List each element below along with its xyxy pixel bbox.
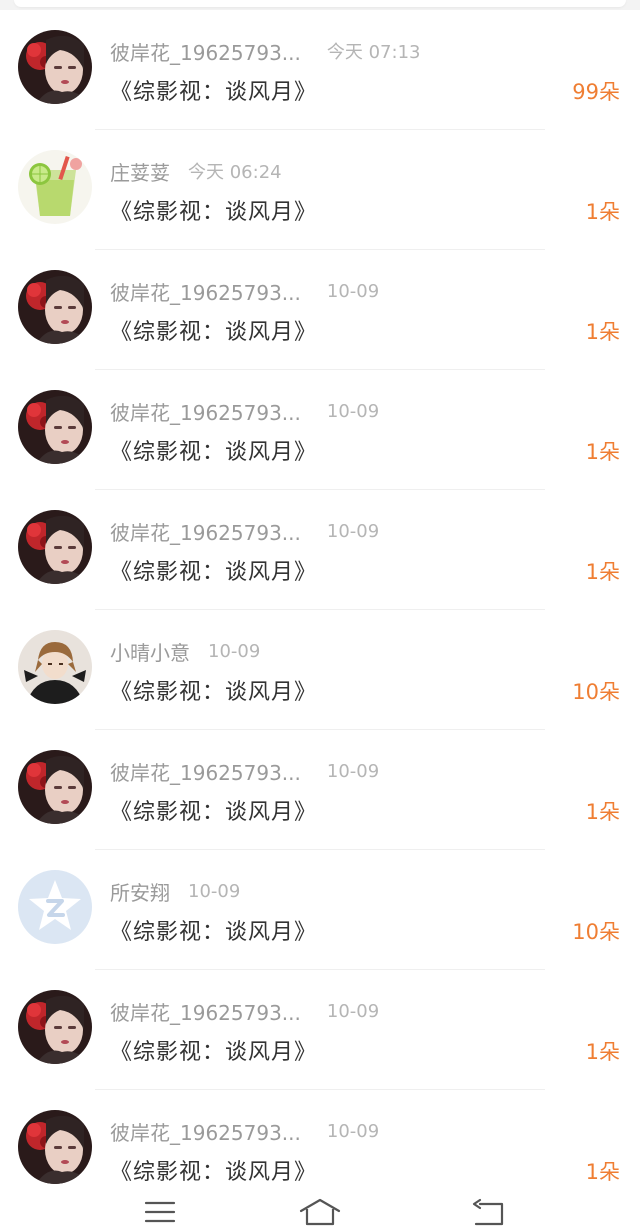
flower-count: 1朵 bbox=[585, 1040, 620, 1064]
timestamp: 今天 07:13 bbox=[326, 42, 421, 63]
book-title[interactable]: 《综影视：谈风月》 bbox=[110, 914, 317, 946]
flower-count: 99朵 bbox=[572, 80, 620, 104]
item-meta: 彼岸花_19625793... 10-09 bbox=[110, 277, 380, 306]
book-title[interactable]: 《综影视：谈风月》 bbox=[110, 194, 317, 226]
timestamp: 10-09 bbox=[326, 1120, 380, 1142]
item-meta: 小晴小意 10-09 bbox=[110, 637, 261, 666]
user-avatar[interactable] bbox=[18, 30, 92, 104]
user-avatar[interactable] bbox=[18, 510, 92, 584]
home-icon bbox=[299, 1198, 341, 1226]
user-name[interactable]: 小晴小意 bbox=[110, 637, 190, 666]
flower-count: 1朵 bbox=[585, 560, 620, 584]
flower-count: 1朵 bbox=[585, 800, 620, 824]
list-item[interactable]: 所安翔 10-09 《综影视：谈风月》 10朵 bbox=[0, 850, 640, 970]
list-item[interactable]: 彼岸花_19625793... 10-09 《综影视：谈风月》 1朵 bbox=[0, 490, 640, 610]
item-meta: 彼岸花_19625793... 10-09 bbox=[110, 1117, 380, 1146]
book-title[interactable]: 《综影视：谈风月》 bbox=[110, 674, 317, 706]
item-meta: 彼岸花_19625793... 10-09 bbox=[110, 517, 380, 546]
flower-count: 1朵 bbox=[585, 440, 620, 464]
list-item[interactable]: 彼岸花_19625793... 10-09 《综影视：谈风月》 1朵 bbox=[0, 370, 640, 490]
user-name[interactable]: 所安翔 bbox=[110, 877, 170, 906]
user-avatar[interactable] bbox=[18, 390, 92, 464]
user-avatar[interactable] bbox=[18, 150, 92, 224]
user-name[interactable]: 彼岸花_19625793... bbox=[110, 397, 301, 426]
list-item[interactable]: 彼岸花_19625793... 今天 07:13 《综影视：谈风月》 99朵 bbox=[0, 10, 640, 130]
back-icon bbox=[472, 1198, 504, 1226]
book-title[interactable]: 《综影视：谈风月》 bbox=[110, 74, 317, 106]
item-meta: 彼岸花_19625793... 10-09 bbox=[110, 757, 380, 786]
timestamp: 10-09 bbox=[326, 760, 380, 782]
timestamp: 今天 06:24 bbox=[188, 162, 282, 183]
book-title[interactable]: 《综影视：谈风月》 bbox=[110, 434, 317, 466]
user-name[interactable]: 彼岸花_19625793... bbox=[110, 517, 301, 546]
flower-count: 10朵 bbox=[572, 920, 620, 944]
user-avatar[interactable] bbox=[18, 1110, 92, 1184]
item-meta: 所安翔 10-09 bbox=[110, 877, 241, 906]
timestamp: 10-09 bbox=[326, 280, 380, 302]
timestamp: 10-09 bbox=[326, 520, 380, 542]
user-avatar[interactable] bbox=[18, 630, 92, 704]
list-item[interactable]: 彼岸花_19625793... 10-09 《综影视：谈风月》 1朵 bbox=[0, 730, 640, 850]
list-item[interactable]: 小晴小意 10-09 《综影视：谈风月》 10朵 bbox=[0, 610, 640, 730]
user-name[interactable]: 彼岸花_19625793... bbox=[110, 1117, 301, 1146]
item-meta: 彼岸花_19625793... 10-09 bbox=[110, 997, 380, 1026]
user-name[interactable]: 彼岸花_19625793... bbox=[110, 37, 301, 66]
timestamp: 10-09 bbox=[208, 640, 261, 662]
item-meta: 彼岸花_19625793... 10-09 bbox=[110, 397, 380, 426]
flower-count: 1朵 bbox=[585, 320, 620, 344]
flower-count: 10朵 bbox=[572, 680, 620, 704]
menu-icon bbox=[144, 1201, 176, 1223]
back-button[interactable] bbox=[464, 1196, 512, 1228]
user-avatar[interactable] bbox=[18, 750, 92, 824]
timestamp: 10-09 bbox=[188, 880, 241, 902]
book-title[interactable]: 《综影视：谈风月》 bbox=[110, 1034, 317, 1066]
user-name[interactable]: 彼岸花_19625793... bbox=[110, 277, 301, 306]
book-title[interactable]: 《综影视：谈风月》 bbox=[110, 554, 317, 586]
user-avatar[interactable] bbox=[18, 270, 92, 344]
menu-button[interactable] bbox=[136, 1196, 184, 1228]
previous-card-edge bbox=[14, 0, 626, 7]
book-title[interactable]: 《综影视：谈风月》 bbox=[110, 1154, 317, 1186]
flower-count: 1朵 bbox=[585, 200, 620, 224]
user-avatar[interactable] bbox=[18, 990, 92, 1064]
system-nav-bar bbox=[0, 1190, 640, 1230]
item-meta: 庄荽荽 今天 06:24 bbox=[110, 157, 282, 186]
user-name[interactable]: 庄荽荽 bbox=[110, 157, 170, 186]
timestamp: 10-09 bbox=[326, 1000, 380, 1022]
user-avatar[interactable] bbox=[18, 870, 92, 944]
user-name[interactable]: 彼岸花_19625793... bbox=[110, 757, 301, 786]
flower-count: 1朵 bbox=[585, 1160, 620, 1184]
timestamp: 10-09 bbox=[326, 400, 380, 422]
book-title[interactable]: 《综影视：谈风月》 bbox=[110, 794, 317, 826]
list-item[interactable]: 彼岸花_19625793... 10-09 《综影视：谈风月》 1朵 bbox=[0, 970, 640, 1090]
home-button[interactable] bbox=[296, 1196, 344, 1228]
list-item[interactable]: 彼岸花_19625793... 10-09 《综影视：谈风月》 1朵 bbox=[0, 250, 640, 370]
list-item[interactable]: 庄荽荽 今天 06:24 《综影视：谈风月》 1朵 bbox=[0, 130, 640, 250]
item-meta: 彼岸花_19625793... 今天 07:13 bbox=[110, 37, 421, 66]
book-title[interactable]: 《综影视：谈风月》 bbox=[110, 314, 317, 346]
reward-list: 彼岸花_19625793... 今天 07:13 《综影视：谈风月》 99朵 庄… bbox=[0, 10, 640, 1210]
user-name[interactable]: 彼岸花_19625793... bbox=[110, 997, 301, 1026]
